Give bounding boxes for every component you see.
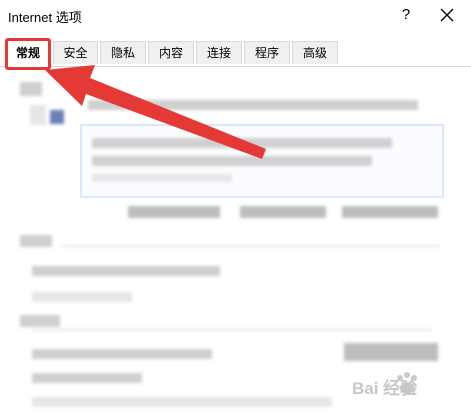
tab-security[interactable]: 安全 (53, 41, 98, 64)
close-button[interactable] (432, 3, 462, 27)
obscured-section-label (20, 82, 42, 96)
obscured-startup-option-2[interactable] (32, 292, 132, 302)
tab-content[interactable]: 内容 (148, 41, 194, 64)
obscured-startup-option-1[interactable] (32, 266, 220, 276)
watermark-logo: Bai 经验 (352, 366, 467, 406)
obscured-tabs-button[interactable] (344, 343, 438, 361)
obscured-use-new-tab-button[interactable] (342, 206, 438, 218)
general-tab-panel (0, 67, 471, 414)
obscured-url-line-2 (92, 156, 372, 166)
obscured-url-line-3 (92, 174, 232, 182)
obscured-tabs-description (32, 349, 212, 359)
window-title: Internet 选项 (8, 10, 82, 25)
obscured-startup-label (20, 235, 52, 247)
obscured-homepage-description (88, 100, 418, 110)
tab-strip: 常规 安全 隐私 内容 连接 程序 高级 (0, 38, 471, 70)
obscured-history-label (32, 373, 142, 383)
internet-options-dialog: Internet 选项 ? 常规 安全 隐私 内容 连接 程序 高级 Bai 经… (0, 0, 471, 414)
obscured-use-default-button[interactable] (240, 206, 326, 218)
obscured-tabs-label (20, 315, 60, 327)
obscured-url-line-1 (92, 138, 392, 148)
help-button[interactable]: ? (393, 3, 419, 27)
tab-programs[interactable]: 程序 (244, 41, 290, 64)
obscured-history-description (32, 397, 332, 407)
obscured-homepage-icon (50, 110, 64, 124)
title-bar: Internet 选项 ? (0, 0, 471, 32)
tab-privacy[interactable]: 隐私 (100, 41, 146, 64)
tab-connections[interactable]: 连接 (196, 41, 242, 64)
homepage-textbox[interactable] (80, 124, 444, 198)
obscured-divider (62, 245, 440, 247)
tab-advanced[interactable]: 高级 (292, 41, 338, 64)
tab-general[interactable]: 常规 (5, 38, 51, 70)
obscured-icon (30, 105, 46, 125)
watermark-text: Bai 经验 (352, 379, 418, 398)
obscured-divider-2 (32, 329, 432, 331)
close-icon (440, 8, 454, 22)
obscured-use-current-button[interactable] (128, 206, 220, 218)
